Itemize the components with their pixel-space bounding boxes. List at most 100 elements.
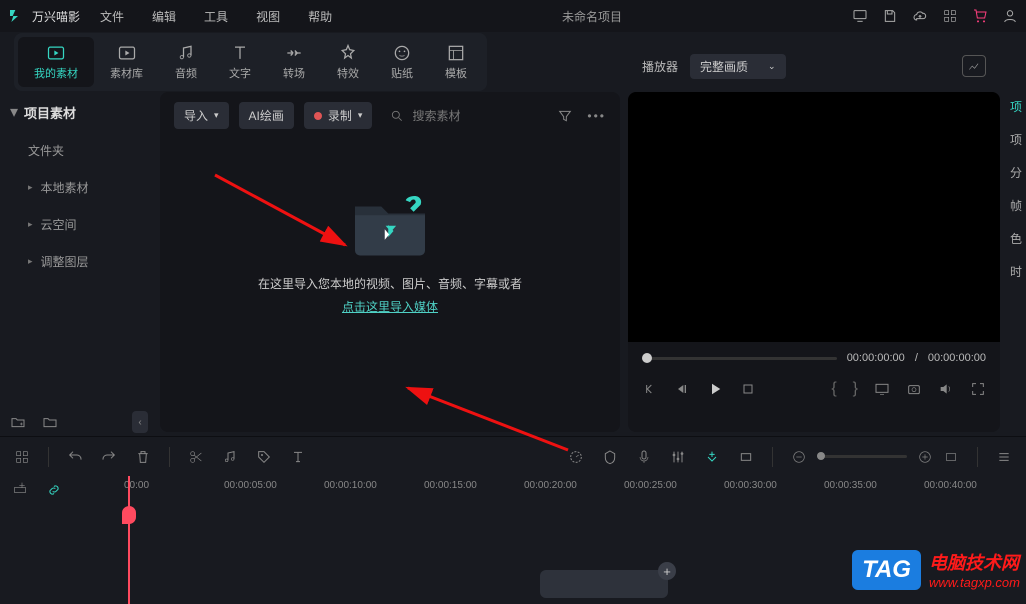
menu-help[interactable]: 帮助 <box>308 8 332 25</box>
add-track-icon[interactable] <box>12 482 28 498</box>
right-tab-3[interactable]: 帧 <box>1010 197 1022 214</box>
grid-icon[interactable] <box>14 449 30 465</box>
user-icon[interactable] <box>1002 8 1018 24</box>
app-logo-icon <box>8 8 24 24</box>
tab-effect[interactable]: 特效 <box>321 37 375 87</box>
text-tool-icon[interactable] <box>290 449 306 465</box>
sidebar-head[interactable]: ▾ 项目素材 <box>10 92 150 132</box>
camera-icon[interactable] <box>906 381 922 397</box>
cart-icon[interactable] <box>972 8 988 24</box>
triangle-right-icon: ▸ <box>28 219 33 230</box>
triangle-right-icon: ▸ <box>28 256 33 267</box>
step-back-icon[interactable] <box>674 381 690 397</box>
right-tab-1[interactable]: 项 <box>1010 131 1022 148</box>
sidebar-item-adjustment[interactable]: ▸ 调整图层 <box>10 243 150 280</box>
filter-icon[interactable] <box>557 108 573 124</box>
stop-icon[interactable] <box>740 381 756 397</box>
music-icon[interactable] <box>222 449 238 465</box>
cut-icon[interactable] <box>188 449 204 465</box>
dropzone-link[interactable]: 点击这里导入媒体 <box>342 298 438 315</box>
list-icon[interactable] <box>996 449 1012 465</box>
fullscreen-icon[interactable] <box>970 381 986 397</box>
quality-select[interactable]: 完整画质⌄ <box>690 54 786 79</box>
folder-icon[interactable] <box>42 414 58 430</box>
apps-icon[interactable] <box>942 8 958 24</box>
bracket-in-icon[interactable]: { <box>831 380 836 398</box>
add-clip-icon[interactable]: + <box>658 562 676 580</box>
tab-sticker[interactable]: 贴纸 <box>375 37 429 87</box>
prev-frame-icon[interactable] <box>642 381 658 397</box>
volume-icon[interactable] <box>938 381 954 397</box>
new-folder-icon[interactable] <box>10 414 26 430</box>
menu-edit[interactable]: 编辑 <box>152 8 176 25</box>
playhead[interactable] <box>128 476 130 604</box>
search-icon <box>390 109 404 123</box>
chart-icon <box>967 59 981 73</box>
play-icon[interactable] <box>706 380 724 398</box>
preview-viewport[interactable] <box>628 92 1000 342</box>
right-tab-4[interactable]: 色 <box>1010 230 1022 247</box>
tab-transition[interactable]: 转场 <box>267 37 321 87</box>
redo-icon[interactable] <box>101 449 117 465</box>
timecode-duration: 00:00:00:00 <box>928 352 986 364</box>
crop-icon[interactable] <box>738 449 754 465</box>
undo-icon[interactable] <box>67 449 83 465</box>
media-icon <box>46 43 66 63</box>
dropzone-text: 在这里导入您本地的视频、图片、音频、字幕或者 <box>258 275 522 292</box>
save-icon[interactable] <box>882 8 898 24</box>
bracket-out-icon[interactable]: } <box>853 380 858 398</box>
search-input[interactable]: 搜索素材 <box>390 107 547 124</box>
collapse-sidebar-button[interactable]: ‹ <box>132 411 148 433</box>
right-tab-5[interactable]: 时 <box>1010 263 1022 280</box>
app-name: 万兴喵影 <box>32 8 80 25</box>
import-button[interactable]: 导入▾ <box>174 102 229 129</box>
menu-view[interactable]: 视图 <box>256 8 280 25</box>
clip-placeholder[interactable]: + <box>540 570 668 598</box>
magnet-icon[interactable] <box>704 449 720 465</box>
mixer-icon[interactable] <box>670 449 686 465</box>
import-folder-icon[interactable] <box>345 189 435 259</box>
ai-draw-button[interactable]: AI绘画 <box>239 102 294 129</box>
zoom-slider[interactable] <box>817 455 907 458</box>
timecode-current: 00:00:00:00 <box>847 352 905 364</box>
tab-stock[interactable]: 素材库 <box>94 37 159 87</box>
tab-audio[interactable]: 音频 <box>159 37 213 87</box>
zoom-in-icon[interactable] <box>917 449 933 465</box>
cloud-icon[interactable] <box>912 8 928 24</box>
tab-my-media[interactable]: 我的素材 <box>18 37 94 87</box>
effect-icon <box>338 43 358 63</box>
preview-label: 播放器 <box>642 58 678 75</box>
more-icon[interactable]: ••• <box>587 109 606 123</box>
display-icon[interactable] <box>874 381 890 397</box>
triangle-right-icon: ▸ <box>28 182 33 193</box>
marker-icon[interactable] <box>602 449 618 465</box>
watermark: TAG 电脑技术网 www.tagxp.com <box>852 549 1020 590</box>
menu-file[interactable]: 文件 <box>100 8 124 25</box>
right-tab-2[interactable]: 分 <box>1010 164 1022 181</box>
link-icon[interactable] <box>46 482 62 498</box>
sidebar-item-cloud[interactable]: ▸ 云空间 <box>10 206 150 243</box>
mic-icon[interactable] <box>636 449 652 465</box>
text-icon <box>230 43 250 63</box>
chevron-down-icon: ⌄ <box>768 61 776 72</box>
sticker-icon <box>392 43 412 63</box>
record-button[interactable]: 录制▾ <box>304 102 373 129</box>
snapshot-button[interactable] <box>962 55 986 77</box>
zoom-out-icon[interactable] <box>791 449 807 465</box>
transition-icon <box>284 43 304 63</box>
tab-template[interactable]: 模板 <box>429 37 483 87</box>
speed-icon[interactable] <box>568 449 584 465</box>
audio-icon <box>176 43 196 63</box>
sidebar-item-folders[interactable]: 文件夹 <box>10 132 150 169</box>
zoom-fit-icon[interactable] <box>943 449 959 465</box>
tab-text[interactable]: 文字 <box>213 37 267 87</box>
delete-icon[interactable] <box>135 449 151 465</box>
sidebar-item-local[interactable]: ▸ 本地素材 <box>10 169 150 206</box>
preview-scrubber[interactable] <box>642 357 837 360</box>
record-dot-icon <box>314 112 322 120</box>
timeline-ruler[interactable]: 00:00 00:00:05:00 00:00:10:00 00:00:15:0… <box>124 480 1026 508</box>
right-tab-0[interactable]: 项 <box>1010 98 1022 115</box>
menu-tools[interactable]: 工具 <box>204 8 228 25</box>
tag-icon[interactable] <box>256 449 272 465</box>
monitor-icon[interactable] <box>852 8 868 24</box>
